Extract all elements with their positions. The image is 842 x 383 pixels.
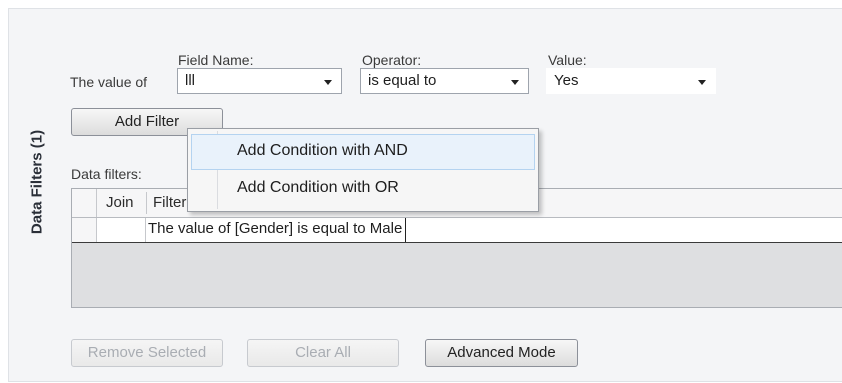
field-name-label: Field Name: — [178, 52, 254, 68]
row-header-corner — [72, 189, 97, 217]
value-label: Value: — [548, 52, 587, 68]
table-row[interactable]: The value of [Gender] is equal to Male — [72, 218, 842, 243]
advanced-mode-button[interactable]: Advanced Mode — [425, 339, 578, 367]
operator-value: is equal to — [368, 72, 437, 89]
field-name-value: lll — [185, 72, 195, 89]
operator-label: Operator: — [362, 52, 422, 68]
data-filters-side-tab[interactable]: Data Filters (1) — [26, 0, 48, 383]
chevron-down-icon — [511, 80, 519, 85]
value-of-label: The value of — [70, 74, 148, 90]
column-divider — [146, 192, 147, 214]
chevron-down-icon — [324, 80, 332, 85]
remove-selected-button[interactable]: Remove Selected — [71, 339, 223, 367]
value-dropdown[interactable]: Yes — [546, 68, 716, 94]
menu-item-add-condition-or[interactable]: Add Condition with OR — [191, 171, 535, 207]
clear-all-button[interactable]: Clear All — [247, 339, 399, 367]
chevron-down-icon — [698, 80, 706, 85]
column-header-join[interactable]: Join — [106, 194, 134, 211]
field-name-dropdown[interactable]: lll — [177, 68, 342, 94]
row-header[interactable] — [72, 218, 97, 242]
add-filter-menu: Add Condition with AND Add Condition wit… — [187, 128, 539, 212]
value-value: Yes — [554, 72, 579, 89]
filter-cell[interactable]: The value of [Gender] is equal to Male — [146, 218, 407, 242]
column-header-filter[interactable]: Filter — [153, 194, 186, 211]
menu-item-add-condition-and[interactable]: Add Condition with AND — [191, 134, 535, 170]
operator-dropdown[interactable]: is equal to — [360, 68, 529, 94]
side-tab-label: Data Filters (1) — [28, 129, 46, 235]
join-cell[interactable] — [97, 218, 146, 242]
data-filters-label: Data filters: — [71, 166, 142, 182]
